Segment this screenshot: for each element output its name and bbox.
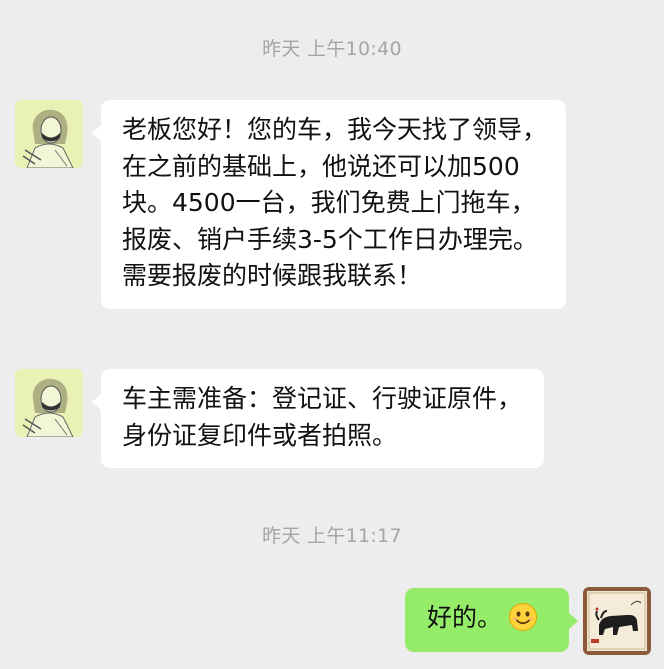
timestamp: 昨天 上午11:17 — [262, 525, 402, 547]
message-text: 车主需准备：登记证、行驶证原件，身份证复印件或者拍照。 — [122, 384, 523, 450]
self-avatar[interactable] — [583, 587, 651, 655]
contact-avatar[interactable] — [15, 369, 83, 437]
message-bubble-incoming[interactable]: 老板您好！您的车，我今天找了领导，在之前的基础上，他说还可以加500块。4500… — [92, 100, 566, 309]
message-bubble-incoming[interactable]: 车主需准备：登记证、行驶证原件，身份证复印件或者拍照。 — [92, 369, 544, 468]
message-text: 好的。 — [427, 603, 503, 632]
message-text: 老板您好！您的车，我今天找了领导，在之前的基础上，他说还可以加500块。4500… — [122, 115, 548, 290]
smile-emoji-icon — [508, 602, 538, 643]
timestamp: 昨天 上午10:40 — [262, 38, 402, 60]
contact-avatar[interactable] — [15, 100, 83, 168]
message-bubble-outgoing[interactable]: 好的。 — [405, 588, 578, 652]
